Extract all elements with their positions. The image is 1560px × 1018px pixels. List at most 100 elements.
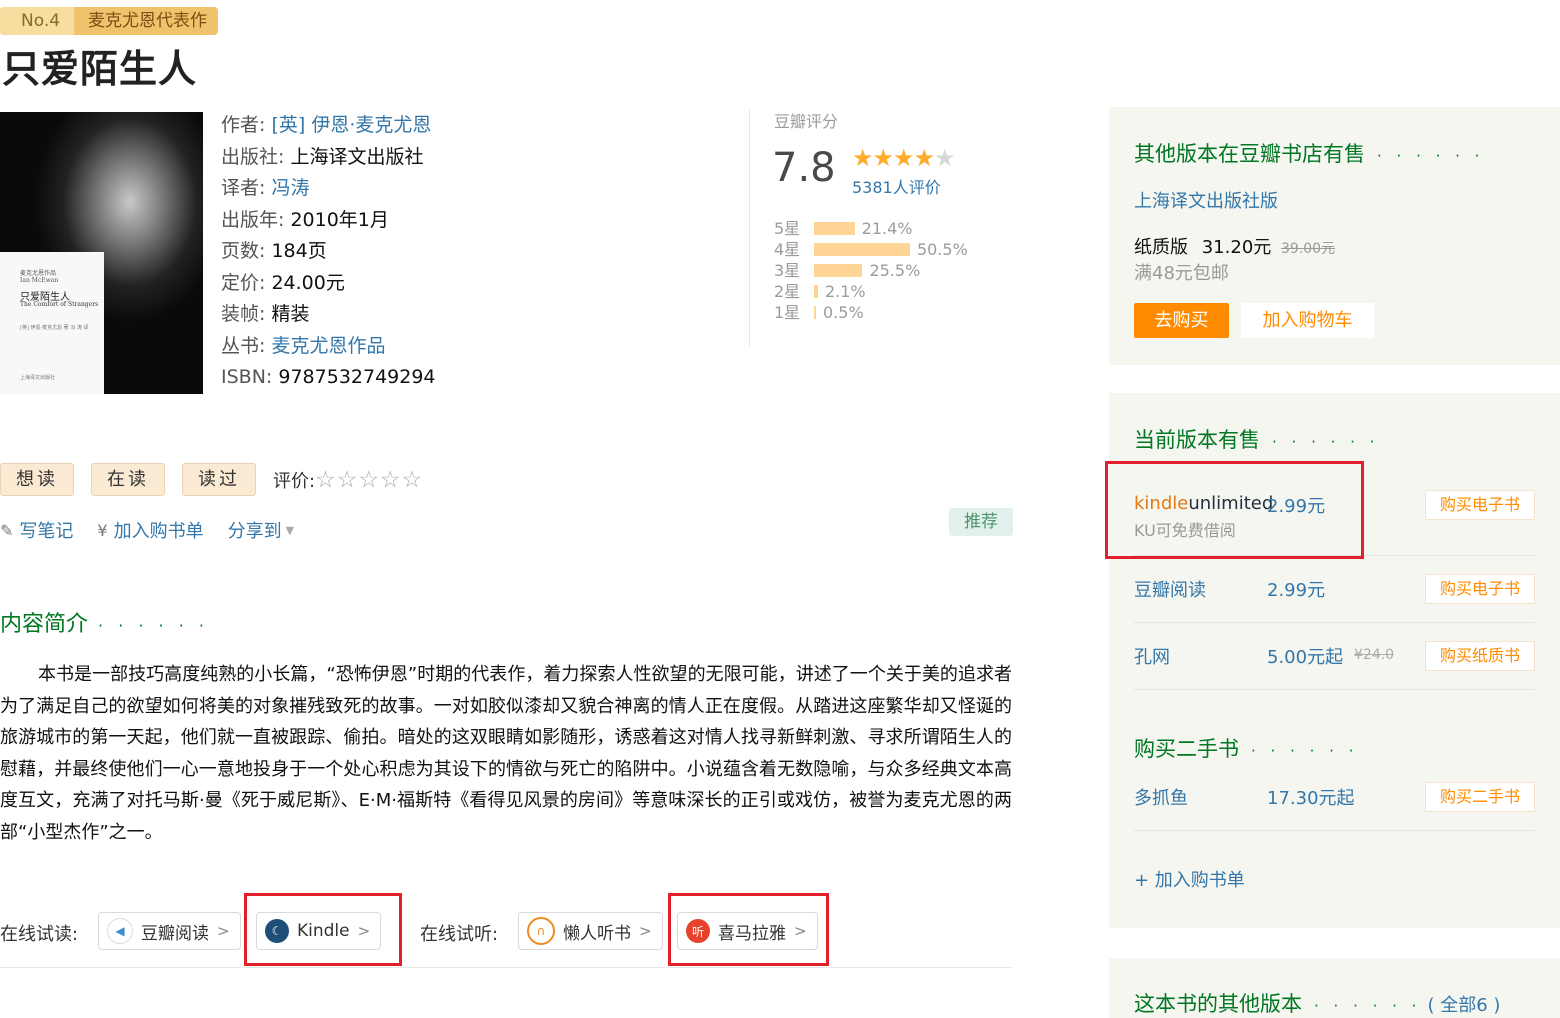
reading-status-bar: 想读 在读 读过 评价: ☆☆☆☆☆ bbox=[0, 463, 423, 496]
duozhuayu-vendor[interactable]: 多抓鱼 bbox=[1134, 784, 1188, 810]
translator-link[interactable]: 冯涛 bbox=[271, 177, 309, 199]
add-to-cart-button[interactable]: 加入购物车 bbox=[1241, 303, 1374, 338]
try-listen-label: 在线试听: bbox=[420, 924, 499, 945]
rate-label: 评价: bbox=[273, 470, 316, 492]
star-icon: ★ bbox=[913, 144, 935, 172]
want-read-button[interactable]: 想读 bbox=[0, 463, 74, 496]
cover-publisher: 上海译文出版社 bbox=[20, 375, 56, 381]
cover-series: 麦克尤恩作品 bbox=[20, 270, 57, 277]
cover-author-en: Ian McEwan bbox=[20, 277, 59, 284]
star-icon: ★ bbox=[893, 144, 914, 172]
cover-title-en: The Comfort of Strangers bbox=[20, 301, 99, 308]
paper-orig-price: 39.00元 bbox=[1281, 241, 1336, 257]
highlight-box-kindle-unlimited bbox=[1105, 461, 1364, 559]
dropdown-caret-icon: ▼ bbox=[285, 523, 295, 537]
other-versions-heading-text: 这本书的其他版本 bbox=[1134, 992, 1302, 1016]
heading-dots: · · · · · · bbox=[1314, 997, 1422, 1015]
share-link[interactable]: 分享到 bbox=[228, 517, 282, 543]
book-title: 只爱陌生人 bbox=[2, 47, 198, 91]
rating-row: 2星 2.1% bbox=[774, 281, 968, 302]
heading-dots: · · · · · · bbox=[1251, 742, 1359, 760]
paper-label: 纸质版 bbox=[1134, 237, 1188, 258]
rating-bar bbox=[814, 222, 855, 235]
other-editions-heading: 其他版本在豆瓣书店有售 · · · · · · bbox=[1134, 138, 1484, 168]
edition-link[interactable]: 上海译文出版社版 bbox=[1134, 187, 1278, 213]
reading-button[interactable]: 在读 bbox=[91, 463, 165, 496]
recommend-button[interactable]: 推荐 bbox=[949, 508, 1013, 536]
buy-ebook-button[interactable]: 购买电子书 bbox=[1425, 490, 1535, 520]
read-button[interactable]: 读过 bbox=[182, 463, 256, 496]
star-icon: ★ bbox=[852, 144, 873, 172]
rating-pct: 25.5% bbox=[869, 261, 921, 280]
rate-stars[interactable]: ☆☆☆☆☆ bbox=[315, 467, 423, 493]
isbn-value: 9787532749294 bbox=[278, 366, 436, 388]
pages-value: 184页 bbox=[271, 240, 327, 262]
kongwang-vendor[interactable]: 孔网 bbox=[1134, 643, 1170, 669]
rating-row: 1星 0.5% bbox=[774, 302, 968, 323]
rating-pct: 2.1% bbox=[824, 282, 866, 301]
intro-heading: 内容简介 · · · · · · bbox=[0, 606, 209, 638]
add-cart-link[interactable]: 加入购书单 bbox=[114, 517, 204, 543]
rating-level: 2星 bbox=[774, 282, 801, 301]
douban-price[interactable]: 2.99元 bbox=[1267, 576, 1325, 602]
book-info: 作者: [英] 伊恩·麦克尤恩 出版社: 上海译文出版社 译者: 冯涛 出版年:… bbox=[221, 110, 436, 394]
douban-read-chip[interactable]: ◀ 豆瓣阅读 > bbox=[98, 912, 241, 950]
star-half-icon: ★ bbox=[934, 144, 955, 172]
rating-row: 4星 50.5% bbox=[774, 239, 968, 260]
buy-paper-button[interactable]: 购买纸质书 bbox=[1425, 641, 1535, 671]
info-publisher-key: 出版社: bbox=[221, 145, 285, 168]
rating-score: 7.8 bbox=[772, 145, 836, 191]
paper-price: 31.20元 bbox=[1201, 237, 1272, 258]
lanren-text: 懒人听书 bbox=[563, 923, 631, 944]
buy-button[interactable]: 去购买 bbox=[1134, 303, 1229, 338]
all-versions-link[interactable]: ( 全部6 ) bbox=[1427, 995, 1500, 1016]
headphone-icon: ∩ bbox=[527, 917, 555, 945]
paper-price-line: 纸质版 31.20元 39.00元 bbox=[1134, 233, 1335, 259]
rating-stars: ★★★★★ bbox=[852, 144, 956, 172]
douban-read-text: 豆瓣阅读 bbox=[141, 923, 209, 944]
lanren-chip[interactable]: ∩ 懒人听书 > bbox=[518, 912, 663, 950]
publisher-value: 上海译文出版社 bbox=[290, 145, 424, 168]
intro-dots: · · · · · · bbox=[98, 616, 209, 635]
douban-read-vendor[interactable]: 豆瓣阅读 bbox=[1134, 576, 1206, 602]
heading-dots: · · · · · · bbox=[1377, 147, 1485, 165]
info-series-key: 丛书: bbox=[221, 334, 266, 357]
write-note-link[interactable]: 写笔记 bbox=[19, 517, 73, 543]
buy-ebook-button[interactable]: 购买电子书 bbox=[1425, 574, 1535, 604]
pencil-icon: ✎ bbox=[0, 520, 14, 540]
secondary-actions: ✎ 写笔记 ¥ 加入购书单 分享到 ▼ bbox=[0, 517, 324, 543]
rating-bar bbox=[814, 285, 818, 298]
rank-tag[interactable]: 麦克尤恩代表作 bbox=[68, 7, 219, 35]
rating-level: 4星 bbox=[774, 240, 801, 259]
kong-orig-price: ¥24.0 bbox=[1354, 647, 1395, 663]
highlight-box-kindle bbox=[244, 893, 402, 966]
add-to-list-link[interactable]: + 加入购书单 bbox=[1134, 866, 1245, 892]
rating-breakdown: 5星 21.4% 4星 50.5% 3星 25.5% 2星 2.1% 1星 0.5% bbox=[774, 218, 968, 323]
chevron-right-icon: > bbox=[639, 922, 652, 940]
online-trial: 在线试读: ◀ 豆瓣阅读 > ☾ Kindle > 在线试听: ∩ 懒人听书 >… bbox=[0, 912, 1012, 968]
other-versions-heading: 这本书的其他版本 · · · · · · ( 全部6 ) bbox=[1134, 988, 1500, 1018]
info-divider bbox=[749, 110, 750, 346]
vendor-row-duozhuayu: 多抓鱼 17.30元起 购买二手书 bbox=[1134, 764, 1535, 831]
cover-credits: [英] 伊恩·麦克尤恩 著 冯 涛 译 bbox=[20, 325, 89, 331]
used-price[interactable]: 17.30元起 bbox=[1267, 784, 1355, 810]
book-cover[interactable]: 麦克尤恩作品 Ian McEwan 只爱陌生人 The Comfort of S… bbox=[0, 112, 203, 394]
chevron-right-icon: > bbox=[217, 922, 230, 940]
try-read-label: 在线试读: bbox=[0, 924, 79, 945]
rating-bar bbox=[814, 306, 816, 319]
rating-pct: 21.4% bbox=[861, 219, 913, 238]
rating-level: 3星 bbox=[774, 261, 801, 280]
author-link[interactable]: [英] 伊恩·麦克尤恩 bbox=[271, 114, 431, 136]
current-edition-heading: 当前版本有售 · · · · · · bbox=[1134, 424, 1379, 454]
rating-row: 5星 21.4% bbox=[774, 218, 968, 239]
buy-used-button[interactable]: 购买二手书 bbox=[1425, 782, 1535, 812]
kong-price[interactable]: 5.00元起 bbox=[1267, 643, 1343, 669]
star-icon: ★ bbox=[872, 144, 894, 172]
rating-count-link[interactable]: 5381人评价 bbox=[852, 174, 941, 198]
douban-read-icon: ◀ bbox=[107, 918, 133, 944]
series-link[interactable]: 麦克尤恩作品 bbox=[271, 335, 385, 357]
info-year-key: 出版年: bbox=[221, 208, 285, 231]
used-heading: 购买二手书 · · · · · · bbox=[1134, 733, 1358, 763]
vendor-row-kongwang: 孔网 5.00元起 ¥24.0 购买纸质书 bbox=[1134, 623, 1535, 690]
used-heading-text: 购买二手书 bbox=[1134, 737, 1239, 761]
